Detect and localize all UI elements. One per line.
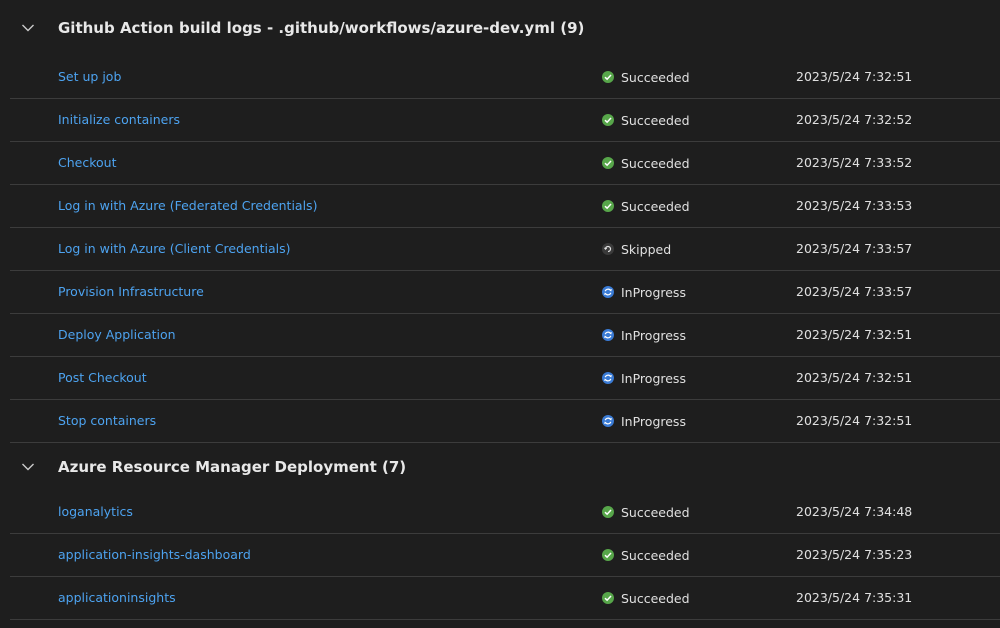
- status-text: InProgress: [621, 370, 686, 386]
- check-circle-icon: [602, 200, 614, 212]
- timestamp: 2023/5/24 7:35:23: [796, 547, 913, 562]
- status-cell: Succeeded: [602, 142, 690, 184]
- status-cell: InProgress: [602, 314, 686, 356]
- timestamp: 2023/5/24 7:32:51: [796, 413, 913, 428]
- step-name-link[interactable]: Provision Infrastructure: [58, 271, 204, 313]
- timestamp: 2023/5/24 7:32:51: [796, 370, 913, 385]
- status-cell: Succeeded: [602, 491, 690, 533]
- status-text: Succeeded: [621, 504, 690, 520]
- table-row[interactable]: Deploy Application InProgress 2023/5/24 7:…: [10, 314, 1000, 357]
- timestamp: 2023/5/24 7:35:31: [796, 590, 913, 605]
- status-text: Succeeded: [621, 547, 690, 563]
- check-circle-icon: [602, 71, 614, 83]
- status-text: Succeeded: [621, 155, 690, 171]
- step-name-link[interactable]: Deploy Application: [58, 314, 176, 356]
- group-title: Azure Resource Manager Deployment (7): [58, 458, 407, 476]
- table-row[interactable]: application-insights-dashboard Succeeded 2…: [10, 534, 1000, 577]
- timestamp: 2023/5/24 7:33:57: [796, 284, 913, 299]
- step-name-link[interactable]: application-insights-dashboard: [58, 534, 251, 576]
- table-row[interactable]: loganalytics Succeeded 2023/5/24 7:34:48: [10, 491, 1000, 534]
- table-row[interactable]: Post Checkout InProgress 2023/5/24 7:32:51: [10, 357, 1000, 400]
- check-circle-icon: [602, 114, 614, 126]
- step-name-link[interactable]: applicationinsights: [58, 577, 176, 619]
- group-rows: loganalytics Succeeded 2023/5/24 7:34:48 ap…: [0, 491, 1000, 620]
- status-text: Succeeded: [621, 112, 690, 128]
- group-github-actions: Github Action build logs - .github/workf…: [0, 0, 1000, 443]
- step-name-link[interactable]: loganalytics: [58, 491, 133, 533]
- group-header[interactable]: Azure Resource Manager Deployment (7): [0, 443, 1000, 491]
- status-text: Succeeded: [621, 69, 690, 85]
- build-logs-panel: Github Action build logs - .github/workf…: [0, 0, 1000, 628]
- table-row[interactable]: Checkout Succeeded 2023/5/24 7:33:52: [10, 142, 1000, 185]
- table-row[interactable]: Log in with Azure (Federated Credentials…: [10, 185, 1000, 228]
- table-row[interactable]: Set up job Succeeded 2023/5/24 7:32:51: [10, 56, 1000, 99]
- check-circle-icon: [602, 592, 614, 604]
- step-name-link[interactable]: Stop containers: [58, 400, 156, 442]
- group-arm-deployment: Azure Resource Manager Deployment (7) lo…: [0, 443, 1000, 620]
- timestamp: 2023/5/24 7:33:57: [796, 241, 913, 256]
- group-rows: Set up job Succeeded 2023/5/24 7:32:51 Init…: [0, 56, 1000, 443]
- timestamp: 2023/5/24 7:32:51: [796, 327, 913, 342]
- timestamp: 2023/5/24 7:33:52: [796, 155, 913, 170]
- step-name-link[interactable]: Set up job: [58, 56, 121, 98]
- step-name-link[interactable]: Log in with Azure (Federated Credentials…: [58, 185, 317, 227]
- status-text: Skipped: [621, 241, 672, 257]
- check-circle-icon: [602, 506, 614, 518]
- status-cell: Succeeded: [602, 99, 690, 141]
- group-title: Github Action build logs - .github/workf…: [58, 19, 585, 37]
- chevron-down-icon[interactable]: [20, 459, 36, 475]
- status-text: InProgress: [621, 413, 686, 429]
- check-circle-icon: [602, 157, 614, 169]
- check-circle-icon: [602, 549, 614, 561]
- in-progress-icon: [602, 329, 614, 341]
- status-cell: Succeeded: [602, 577, 690, 619]
- group-header[interactable]: Github Action build logs - .github/workf…: [0, 0, 1000, 56]
- status-cell: InProgress: [602, 357, 686, 399]
- timestamp: 2023/5/24 7:33:53: [796, 198, 913, 213]
- status-cell: Succeeded: [602, 56, 690, 98]
- status-cell: InProgress: [602, 271, 686, 313]
- step-name-link[interactable]: Initialize containers: [58, 99, 180, 141]
- status-cell: Skipped: [602, 228, 671, 270]
- timestamp: 2023/5/24 7:34:48: [796, 504, 913, 519]
- table-row[interactable]: Initialize containers Succeeded 2023/5/24 …: [10, 99, 1000, 142]
- status-text: InProgress: [621, 284, 686, 300]
- chevron-down-icon[interactable]: [20, 20, 36, 36]
- table-row[interactable]: Provision Infrastructure InProgress 2023/5…: [10, 271, 1000, 314]
- in-progress-icon: [602, 372, 614, 384]
- step-name-link[interactable]: Checkout: [58, 142, 116, 184]
- step-name-link[interactable]: Post Checkout: [58, 357, 147, 399]
- step-name-link[interactable]: Log in with Azure (Client Credentials): [58, 228, 291, 270]
- status-cell: Succeeded: [602, 534, 690, 576]
- skipped-icon: [602, 243, 614, 255]
- status-text: Succeeded: [621, 590, 690, 606]
- table-row[interactable]: Log in with Azure (Client Credentials) Sk…: [10, 228, 1000, 271]
- status-cell: Succeeded: [602, 185, 690, 227]
- timestamp: 2023/5/24 7:32:51: [796, 69, 913, 84]
- table-row[interactable]: applicationinsights Succeeded 2023/5/24 7:…: [10, 577, 1000, 620]
- table-row[interactable]: Stop containers InProgress 2023/5/24 7:32:…: [10, 400, 1000, 443]
- in-progress-icon: [602, 415, 614, 427]
- status-text: InProgress: [621, 327, 686, 343]
- status-text: Succeeded: [621, 198, 690, 214]
- in-progress-icon: [602, 286, 614, 298]
- timestamp: 2023/5/24 7:32:52: [796, 112, 913, 127]
- status-cell: InProgress: [602, 400, 686, 442]
